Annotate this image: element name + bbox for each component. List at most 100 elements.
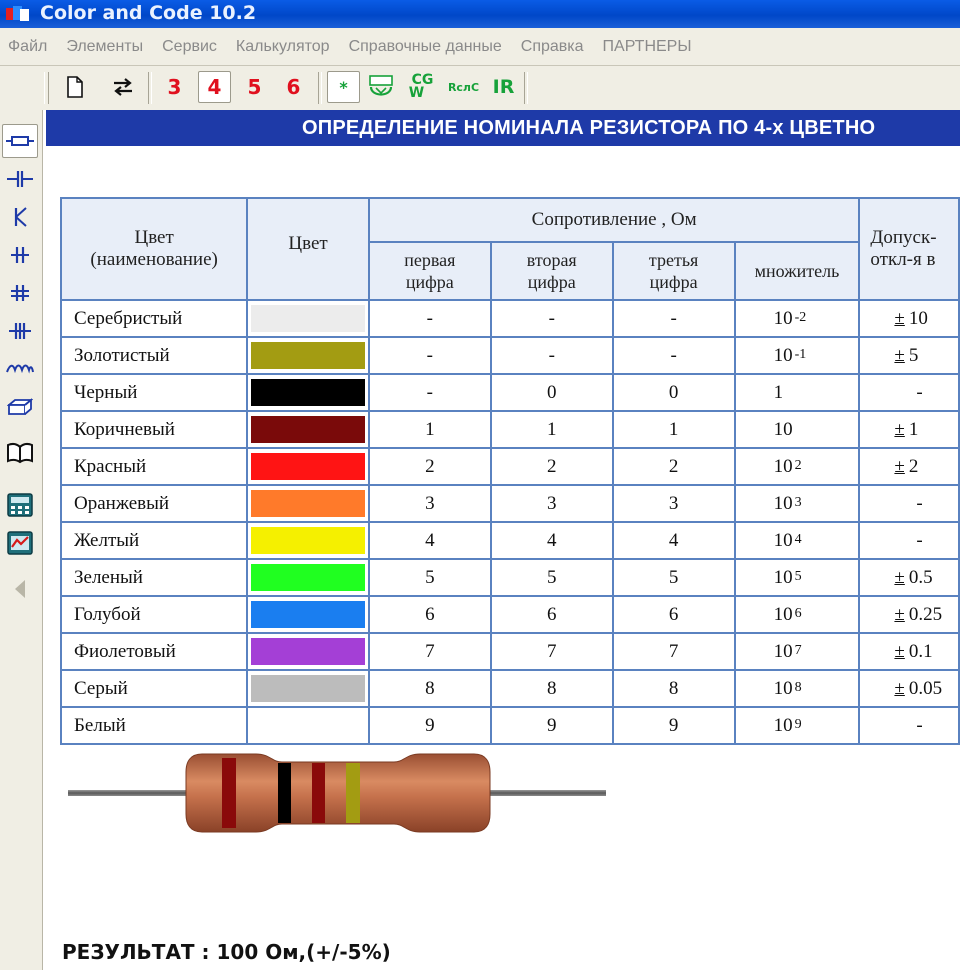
cgw-bottom-label: W bbox=[408, 85, 425, 101]
table-row: Фиолетовый 7 7 7 10 7 ±0.1 bbox=[59, 632, 960, 671]
color-name-cell: Фиолетовый bbox=[59, 632, 249, 671]
swatch-cell bbox=[246, 336, 370, 375]
tolerance-cell: ±5 bbox=[858, 336, 960, 375]
capacitor-icon bbox=[7, 171, 33, 187]
component-box-icon bbox=[7, 398, 33, 415]
tolerance-value: - bbox=[916, 714, 923, 736]
menu-elements[interactable]: Элементы bbox=[66, 38, 143, 56]
table-row: Черный -0 0 1- bbox=[59, 373, 960, 412]
second-digit-cell: 8 bbox=[489, 669, 614, 708]
bands-3-button[interactable]: 3 bbox=[158, 71, 191, 103]
color-name-cell: Оранжевый bbox=[59, 484, 249, 523]
inductor-tool-button[interactable] bbox=[2, 352, 38, 386]
resistor-tool-button[interactable] bbox=[2, 124, 38, 158]
first-digit-cell: 1 bbox=[367, 410, 492, 449]
menu-partners[interactable]: ПАРТНЕРЫ bbox=[603, 38, 692, 56]
window-title: Color and Code 10.2 bbox=[40, 2, 257, 24]
chart-tool-button[interactable] bbox=[2, 526, 38, 560]
second-digit-cell: - bbox=[489, 299, 614, 338]
swatch-cell bbox=[246, 521, 370, 560]
tolerance-value: 2 bbox=[908, 455, 919, 477]
plus-minus-sign: ± bbox=[894, 455, 905, 477]
multiplier-cell: 10 9 bbox=[733, 706, 861, 745]
color-name-cell: Коричневый bbox=[59, 410, 249, 449]
second-digit-cell: - bbox=[489, 336, 614, 375]
transistor-tool-button[interactable] bbox=[2, 200, 38, 234]
swap-arrows-icon bbox=[113, 78, 132, 96]
swap-button[interactable] bbox=[106, 71, 139, 103]
table-row: Красный 2 2 2 10 2 ±2 bbox=[59, 447, 960, 486]
table-row: Серебристый - - -10 -2 ±10 bbox=[59, 299, 960, 338]
bands-5-button[interactable]: 5 bbox=[238, 71, 271, 103]
header-second-digit-line2: цифра bbox=[527, 272, 576, 292]
header-tolerance-line2: откл-я в bbox=[870, 249, 936, 270]
color-swatch bbox=[251, 675, 365, 702]
bands-6-button[interactable]: 6 bbox=[277, 71, 310, 103]
star-button[interactable]: * bbox=[327, 71, 360, 103]
menu-reference-data[interactable]: Справочные данные bbox=[349, 38, 502, 56]
tolerance-value: 0.5 bbox=[908, 566, 933, 588]
swatch-cell bbox=[246, 373, 370, 412]
page-title-banner: ОПРЕДЕЛЕНИЕ НОМИНАЛА РЕЗИСТОРА ПО 4-х ЦВ… bbox=[46, 110, 960, 146]
color-swatch bbox=[251, 453, 365, 480]
first-digit-cell: 3 bbox=[367, 484, 492, 523]
tolerance-cell: ±0.05 bbox=[858, 669, 960, 708]
electrolytic-capacitor-tool-button[interactable] bbox=[2, 276, 38, 310]
result-text: РЕЗУЛЬТАТ : 100 Ом,(+/-5%) bbox=[62, 940, 391, 964]
tolerance-cell: ±10 bbox=[858, 299, 960, 338]
tolerance-value: 0.1 bbox=[908, 640, 933, 662]
menu-calculator[interactable]: Калькулятор bbox=[236, 38, 330, 56]
plus-minus-sign: ± bbox=[894, 640, 905, 662]
swatch-cell bbox=[246, 632, 370, 671]
second-digit-cell: 4 bbox=[489, 521, 614, 560]
swatch-cell bbox=[246, 558, 370, 597]
color-name-cell: Черный bbox=[59, 373, 249, 412]
ir-button[interactable]: IR bbox=[487, 71, 520, 103]
header-first-digit-line1: первая bbox=[404, 250, 456, 270]
capacitor-tool-button[interactable] bbox=[2, 162, 38, 196]
multiplier-base: 10 bbox=[773, 455, 793, 477]
color-name-cell: Белый bbox=[59, 706, 249, 745]
color-swatch bbox=[251, 564, 365, 591]
multiplier-cell: 10 6 bbox=[733, 595, 861, 634]
new-document-button[interactable] bbox=[58, 71, 91, 103]
multiplier-base: 10 bbox=[773, 603, 793, 625]
multiplier-cell: 10 4 bbox=[733, 521, 861, 560]
header-second-digit: вторая цифра bbox=[489, 241, 614, 301]
multiplier-base: 1 bbox=[773, 381, 784, 403]
color-name-cell: Серебристый bbox=[59, 299, 249, 338]
bands-4-button[interactable]: 4 bbox=[198, 71, 231, 103]
color-swatch bbox=[251, 638, 365, 665]
tolerance-cell: ±1 bbox=[858, 410, 960, 449]
cgw-button[interactable]: CG W bbox=[406, 71, 439, 103]
multiplier-exponent: 8 bbox=[794, 679, 802, 695]
header-tolerance-line1: Допуск- bbox=[870, 227, 937, 248]
plus-minus-sign: ± bbox=[894, 307, 905, 329]
tolerance-value: 0.25 bbox=[908, 603, 943, 625]
multiplier-exponent: 9 bbox=[794, 716, 802, 732]
ceramic-capacitor-tool-button[interactable] bbox=[2, 238, 38, 272]
menu-service[interactable]: Сервис bbox=[162, 38, 217, 56]
electrolytic-capacitor-icon bbox=[11, 285, 29, 301]
inductor-icon bbox=[6, 364, 34, 374]
rlc-button[interactable]: RслC bbox=[447, 71, 480, 103]
tolerance-cell: ±0.1 bbox=[858, 632, 960, 671]
header-third-digit-line1: третья bbox=[648, 250, 699, 270]
menu-help[interactable]: Справка bbox=[521, 38, 584, 56]
table-row: Зеленый 5 5 5 10 5 ±0.5 bbox=[59, 558, 960, 597]
header-first-digit-line2: цифра bbox=[405, 272, 454, 292]
third-digit-cell: 2 bbox=[611, 447, 736, 486]
variable-capacitor-tool-button[interactable] bbox=[2, 314, 38, 348]
multiplier-base: 10 bbox=[773, 677, 793, 699]
component-3d-tool-button[interactable] bbox=[2, 390, 38, 424]
menu-file[interactable]: Файл bbox=[8, 38, 47, 56]
back-button[interactable] bbox=[2, 572, 38, 606]
third-digit-cell: 6 bbox=[611, 595, 736, 634]
reference-book-button[interactable] bbox=[2, 436, 38, 470]
color-name-cell: Красный bbox=[59, 447, 249, 486]
header-second-digit-line1: вторая bbox=[526, 250, 577, 270]
smd-button[interactable] bbox=[364, 71, 397, 103]
calculator-button[interactable] bbox=[2, 488, 38, 522]
header-color-name: Цвет (наименование) bbox=[59, 197, 249, 301]
header-tolerance: Допуск- откл-я в bbox=[858, 197, 960, 301]
